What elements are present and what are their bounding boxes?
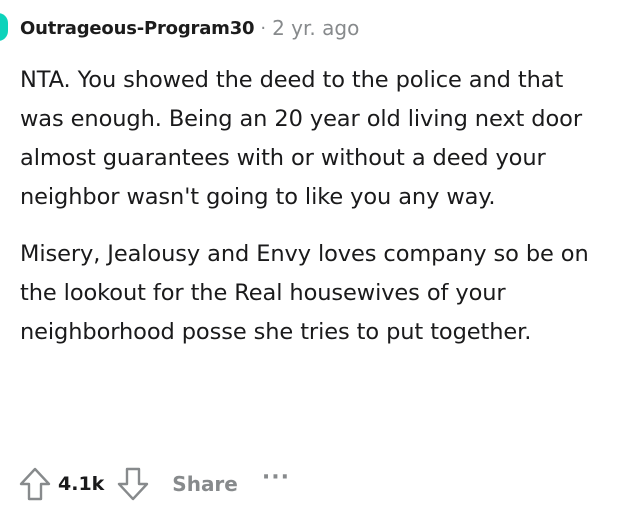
author-username[interactable]: Outrageous-Program30 (20, 18, 255, 39)
downvote-arrow-icon (118, 467, 149, 501)
header-separator: · (260, 17, 267, 39)
share-button[interactable]: Share (172, 472, 238, 496)
vote-score: 4.1k (58, 473, 105, 495)
comment-paragraph-1: NTA. You showed the deed to the police a… (20, 67, 582, 210)
comment-actions: 4.1k Share ··· (16, 462, 290, 506)
comment-age[interactable]: 2 yr. ago (272, 16, 359, 40)
upvote-arrow-icon (19, 467, 51, 501)
comment: Outrageous-Program30 · 2 yr. ago NTA. Yo… (0, 0, 621, 510)
comment-body: NTA. You showed the deed to the police a… (20, 61, 600, 370)
avatar[interactable] (0, 13, 8, 41)
comment-header: Outrageous-Program30 · 2 yr. ago (0, 13, 359, 43)
downvote-button[interactable] (114, 464, 152, 504)
more-options-button[interactable]: ··· (262, 465, 290, 490)
comment-paragraph-2: Misery, Jealousy and Envy loves company … (20, 241, 589, 345)
upvote-button[interactable] (16, 464, 54, 504)
